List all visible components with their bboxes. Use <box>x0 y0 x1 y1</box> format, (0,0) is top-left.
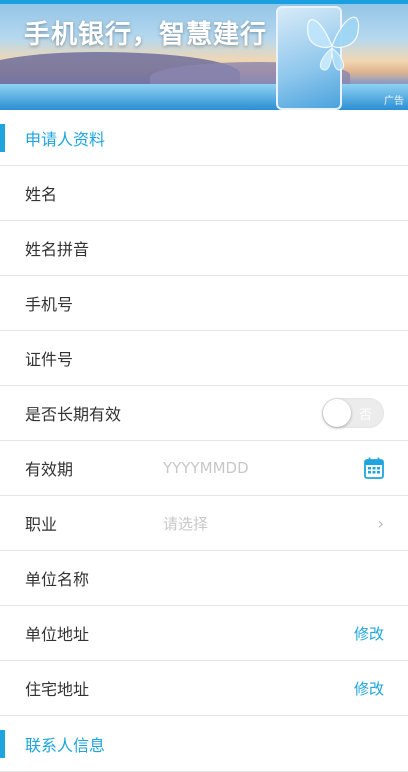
home-address-row: 住宅地址 修改 <box>0 661 408 716</box>
banner-slogan: 手机银行，智慧建行 <box>24 20 268 50</box>
section-accent-bar <box>0 730 5 758</box>
company-address-label: 单位地址 <box>25 625 90 644</box>
validity-date-field[interactable]: 有效期 YYYYMMDD <box>0 441 408 496</box>
edit-home-address-button[interactable]: 修改 <box>354 678 384 699</box>
occupation-select[interactable]: 职业 请选择 › <box>0 496 408 551</box>
chevron-right-icon: › <box>377 513 384 533</box>
calendar-icon[interactable] <box>364 457 384 479</box>
long-term-valid-label: 是否长期有效 <box>25 405 122 424</box>
ad-label: 广告 <box>384 96 404 107</box>
section-accent-bar <box>0 124 5 152</box>
name-label: 姓名 <box>25 185 58 204</box>
ad-banner[interactable]: 手机银行，智慧建行 广告 <box>0 0 408 110</box>
validity-placeholder: YYYYMMDD <box>163 459 249 477</box>
toggle-knob <box>323 399 351 427</box>
applicant-section-title: 申请人资料 <box>25 129 106 149</box>
name-field[interactable]: 姓名 <box>0 166 408 221</box>
company-name-label: 单位名称 <box>25 570 90 589</box>
contact-section-header: 联系人信息 <box>0 716 408 772</box>
edit-company-address-button[interactable]: 修改 <box>354 623 384 644</box>
company-name-field[interactable]: 单位名称 <box>0 551 408 606</box>
butterfly-icon <box>307 16 360 71</box>
toggle-text: 否 <box>358 408 372 423</box>
id-number-label: 证件号 <box>25 350 74 369</box>
top-strip <box>0 0 408 4</box>
home-address-label: 住宅地址 <box>25 680 90 699</box>
company-address-row: 单位地址 修改 <box>0 606 408 661</box>
name-pinyin-field[interactable]: 姓名拼音 <box>0 221 408 276</box>
phone-field[interactable]: 手机号 <box>0 276 408 331</box>
phone-label: 手机号 <box>25 295 74 314</box>
name-pinyin-label: 姓名拼音 <box>25 240 90 259</box>
banner-water <box>0 84 408 110</box>
occupation-label: 职业 <box>25 515 58 534</box>
long-term-valid-toggle[interactable]: 否 <box>322 398 384 428</box>
applicant-section-header: 申请人资料 <box>0 110 408 166</box>
contact-section-title: 联系人信息 <box>25 735 106 755</box>
validity-label: 有效期 <box>25 460 74 479</box>
id-number-field[interactable]: 证件号 <box>0 331 408 386</box>
occupation-placeholder: 请选择 <box>163 514 209 533</box>
long-term-valid-row: 是否长期有效 否 <box>0 386 408 441</box>
